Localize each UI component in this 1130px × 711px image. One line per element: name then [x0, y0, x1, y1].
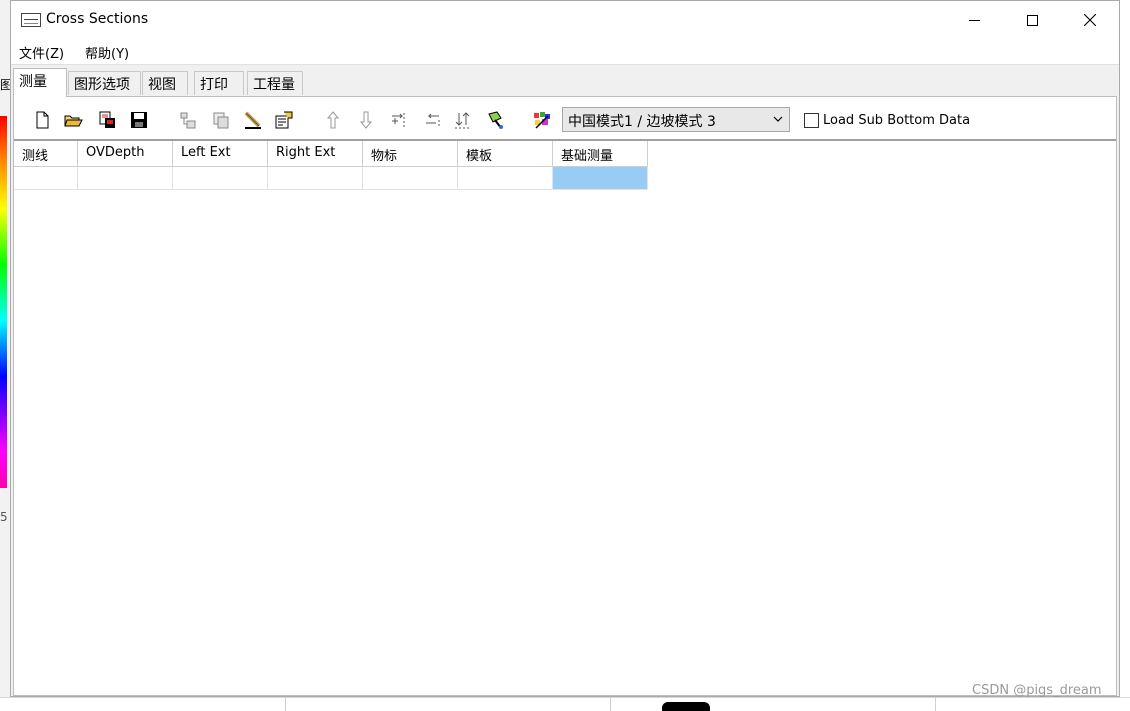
column-header-right-ext[interactable]: Right Ext	[268, 141, 363, 167]
edit-button[interactable]	[242, 109, 264, 131]
mode-select-value: 中国模式1 / 边坡模式 3	[568, 114, 716, 130]
properties-button[interactable]	[273, 109, 295, 131]
insert-station-icon	[180, 112, 196, 129]
add-right-button[interactable]	[388, 109, 410, 131]
load-sub-bottom-checkbox[interactable]	[804, 113, 819, 128]
table-cell[interactable]	[78, 167, 173, 190]
minimize-icon	[968, 19, 980, 21]
tab-view[interactable]: 视图	[142, 71, 188, 95]
grid-header: 测线 OVDepth Left Ext Right Ext 物标 模板 基础测量	[14, 141, 648, 167]
paint-button[interactable]	[484, 109, 506, 131]
open-button[interactable]	[62, 109, 84, 131]
sort-button[interactable]	[452, 109, 474, 131]
tab-survey[interactable]: 测量	[13, 68, 67, 97]
paint-icon	[488, 111, 503, 129]
close-button[interactable]	[1061, 1, 1119, 39]
export-icon	[99, 111, 115, 128]
chevron-down-icon	[773, 116, 783, 122]
palette-button[interactable]	[531, 109, 553, 131]
properties-icon	[275, 111, 293, 129]
tab-print[interactable]: 打印	[194, 71, 244, 95]
add-left-button[interactable]	[421, 109, 443, 131]
window-title: Cross Sections	[46, 11, 149, 27]
copy-station-button[interactable]	[210, 109, 232, 131]
background-glyph-2: 5	[0, 510, 8, 524]
column-header-base-survey[interactable]: 基础测量	[553, 141, 648, 167]
column-header-object[interactable]: 物标	[363, 141, 458, 167]
move-down-button[interactable]	[355, 109, 377, 131]
tab-strip: 测量 图形选项 视图 打印 工程量	[11, 65, 1119, 97]
table-cell[interactable]	[173, 167, 268, 190]
background-divider	[610, 698, 611, 711]
cross-sections-window: Cross Sections 文件(Z) 帮助(Y) 测量 图形选项 视图 打印…	[10, 0, 1120, 697]
table-cell[interactable]	[363, 167, 458, 190]
column-header-template[interactable]: 模板	[458, 141, 553, 167]
tab-graphics-options[interactable]: 图形选项	[68, 71, 141, 95]
table-cell-selected[interactable]	[553, 167, 648, 190]
app-window-icon	[21, 13, 41, 27]
background-glyph: 图	[0, 78, 10, 92]
background-app-left: 图 5	[0, 0, 10, 711]
mode-select[interactable]: 中国模式1 / 边坡模式 3	[562, 107, 790, 132]
column-header-ovdepth[interactable]: OVDepth	[78, 141, 173, 167]
new-file-icon	[36, 111, 49, 129]
palette-icon	[534, 112, 550, 129]
background-divider	[285, 698, 286, 711]
table-cell[interactable]	[268, 167, 363, 190]
watermark: CSDN @pigs_dream	[972, 683, 1102, 698]
table-row	[14, 167, 648, 190]
insert-station-button[interactable]	[177, 109, 199, 131]
survey-panel: 中国模式1 / 边坡模式 3 Load Sub Bottom Data 测线 O…	[13, 96, 1117, 696]
column-header-survey-line[interactable]: 测线	[14, 141, 78, 167]
maximize-button[interactable]	[1003, 1, 1061, 39]
add-left-icon	[426, 113, 440, 127]
table-cell[interactable]	[458, 167, 553, 190]
menu-help[interactable]: 帮助(Y)	[85, 43, 129, 62]
survey-grid: 测线 OVDepth Left Ext Right Ext 物标 模板 基础测量	[14, 141, 1116, 695]
toolbar: 中国模式1 / 边坡模式 3 Load Sub Bottom Data	[14, 97, 1116, 141]
copy-station-icon	[213, 112, 229, 129]
title-bar[interactable]: Cross Sections	[11, 1, 1119, 39]
close-icon	[1084, 14, 1096, 26]
move-up-button[interactable]	[322, 109, 344, 131]
background-app-bottom	[0, 697, 1130, 711]
tab-quantities[interactable]: 工程量	[247, 71, 303, 95]
new-file-button[interactable]	[31, 109, 53, 131]
add-right-icon	[392, 113, 405, 127]
save-button[interactable]	[128, 109, 150, 131]
open-folder-icon	[64, 115, 83, 127]
arrow-up-icon	[326, 111, 340, 129]
edit-pencil-icon	[244, 111, 261, 129]
table-cell[interactable]	[14, 167, 78, 190]
arrow-down-icon	[359, 111, 373, 129]
menu-file[interactable]: 文件(Z)	[19, 43, 64, 62]
save-icon	[131, 112, 147, 128]
menu-bar: 文件(Z) 帮助(Y)	[11, 39, 1119, 65]
background-divider	[935, 698, 936, 711]
maximize-icon	[1026, 14, 1038, 26]
load-sub-bottom-label[interactable]: Load Sub Bottom Data	[823, 113, 970, 128]
minimize-button[interactable]	[945, 1, 1003, 39]
export-button[interactable]	[97, 109, 119, 131]
color-scale-bar	[0, 116, 7, 488]
column-header-left-ext[interactable]: Left Ext	[173, 141, 268, 167]
sort-icon	[455, 112, 471, 129]
background-shape	[662, 702, 710, 711]
